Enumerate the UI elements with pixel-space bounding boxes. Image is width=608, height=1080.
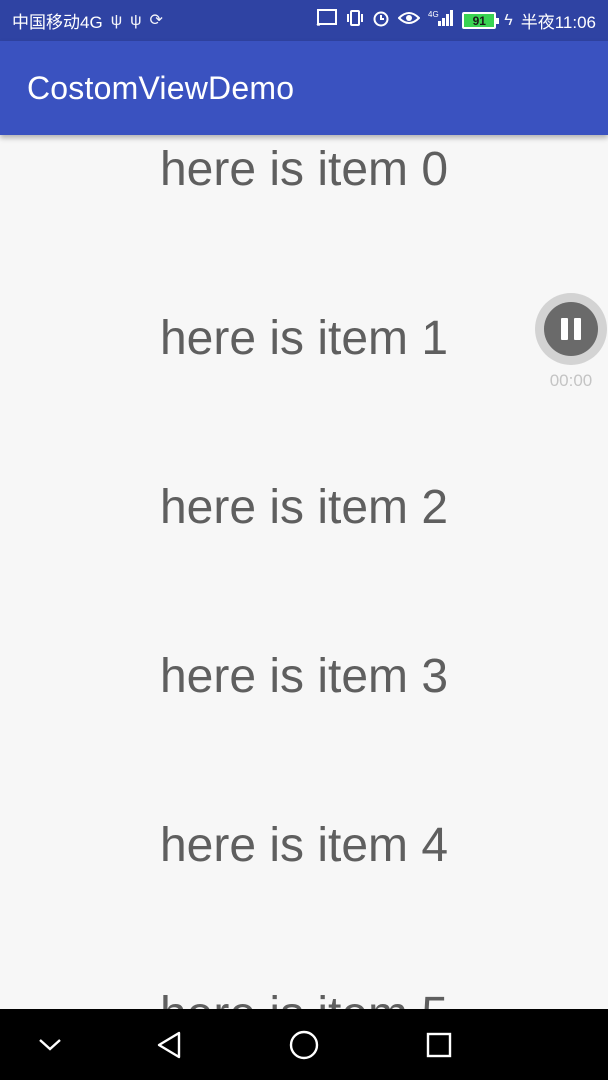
pause-button[interactable] [535, 293, 607, 365]
list-item[interactable]: here is item 5 [0, 984, 608, 1010]
usb-icon: ψ [110, 11, 123, 29]
item-list[interactable]: here is item 0 here is item 1 here is it… [0, 135, 608, 1009]
chevron-down-icon[interactable] [10, 1009, 90, 1080]
status-right: 4G 91 ϟ 半夜11:06 [316, 8, 596, 33]
eye-icon [397, 10, 421, 31]
battery-level: 91 [472, 13, 486, 28]
status-bar: 中国移动4G ψ ψ ⟳ 4G 91 ϟ 半夜11:06 [0, 0, 608, 41]
carrier-label: 中国移动4G [12, 13, 103, 32]
list-item[interactable]: here is item 3 [0, 646, 608, 706]
svg-text:4G: 4G [428, 10, 439, 19]
clock: 半夜11:06 [520, 13, 596, 32]
pause-icon [544, 302, 598, 356]
usb-icon: ψ [130, 11, 142, 29]
list-item[interactable]: here is item 4 [0, 815, 608, 875]
signal-icon: 4G [428, 9, 454, 32]
navigation-bar [0, 1009, 608, 1080]
battery-icon: 91 [462, 12, 500, 29]
sync-icon: ⟳ [149, 11, 163, 29]
app-bar: CostomViewDemo [0, 41, 608, 135]
home-icon[interactable] [264, 1009, 344, 1080]
alarm-icon [372, 9, 390, 32]
back-icon[interactable] [129, 1009, 209, 1080]
list-item[interactable]: here is item 1 [0, 308, 608, 368]
cast-icon [316, 9, 338, 32]
player-time: 00:00 [549, 371, 593, 390]
app-title: CostomViewDemo [27, 69, 295, 106]
list-item[interactable]: here is item 2 [0, 477, 608, 537]
floating-player: 00:00 [534, 293, 608, 393]
recents-icon[interactable] [399, 1009, 479, 1080]
list-item[interactable]: here is item 0 [0, 139, 608, 199]
status-left: 中国移动4G ψ ψ ⟳ [12, 8, 163, 33]
charging-icon: ϟ [504, 11, 513, 29]
vibrate-icon [346, 9, 364, 32]
